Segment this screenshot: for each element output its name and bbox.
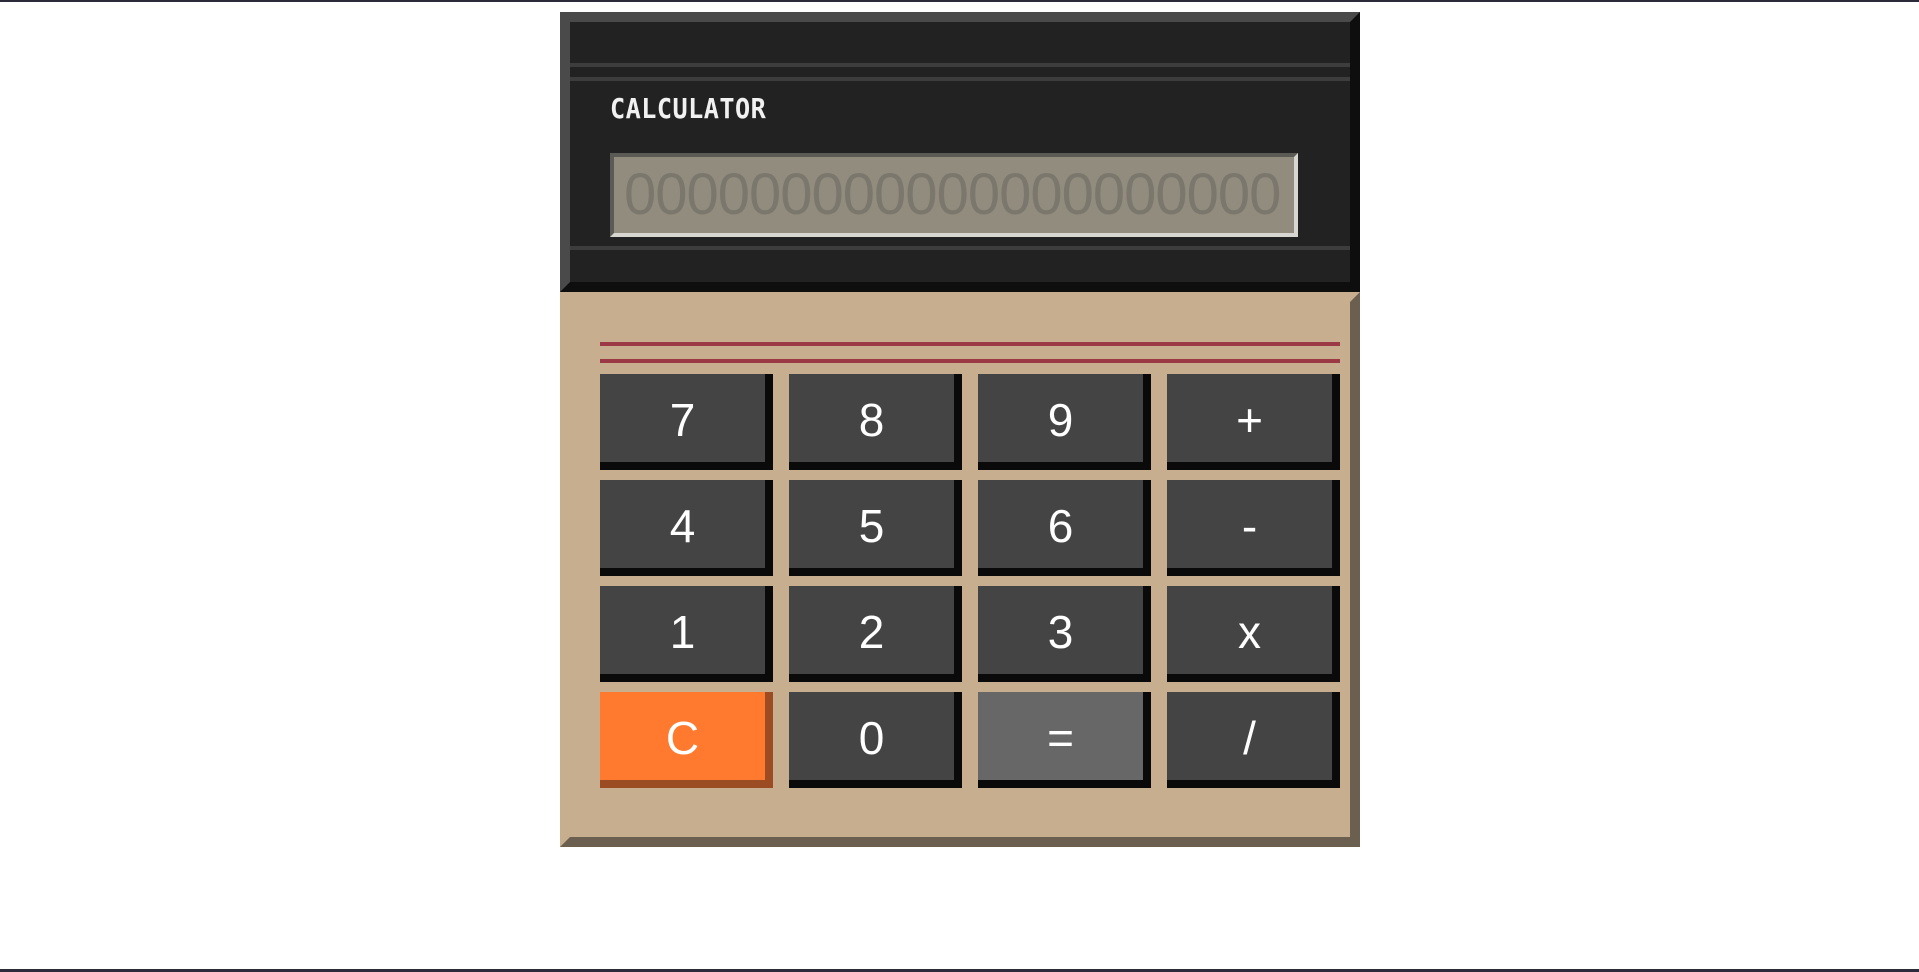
head-groove (570, 77, 1350, 81)
display-value: 000000000000000000000 (624, 162, 1281, 227)
head-groove (570, 246, 1350, 250)
key-5[interactable]: 5 (789, 480, 962, 576)
key-7[interactable]: 7 (600, 374, 773, 470)
key-1[interactable]: 1 (600, 586, 773, 682)
key-plus[interactable]: + (1167, 374, 1340, 470)
calculator-display: 000000000000000000000 (610, 153, 1298, 237)
keypad: 7 8 9 + 4 5 6 - 1 2 3 x C 0 = / (600, 374, 1340, 788)
calculator-brand-label: CALCULATOR (610, 92, 767, 125)
key-9[interactable]: 9 (978, 374, 1151, 470)
decorative-stripe (600, 359, 1340, 363)
key-clear[interactable]: C (600, 692, 773, 788)
key-divide[interactable]: / (1167, 692, 1340, 788)
key-3[interactable]: 3 (978, 586, 1151, 682)
calculator-head: CALCULATOR 000000000000000000000 (560, 12, 1360, 292)
key-minus[interactable]: - (1167, 480, 1340, 576)
key-2[interactable]: 2 (789, 586, 962, 682)
decorative-stripe (600, 342, 1340, 346)
key-8[interactable]: 8 (789, 374, 962, 470)
key-multiply[interactable]: x (1167, 586, 1340, 682)
key-equals[interactable]: = (978, 692, 1151, 788)
top-border-line (0, 0, 1919, 2)
calculator-keypad-body: 7 8 9 + 4 5 6 - 1 2 3 x C 0 = / (560, 292, 1360, 847)
key-6[interactable]: 6 (978, 480, 1151, 576)
calculator: CALCULATOR 000000000000000000000 7 8 9 +… (560, 12, 1360, 847)
key-0[interactable]: 0 (789, 692, 962, 788)
key-4[interactable]: 4 (600, 480, 773, 576)
head-groove (570, 63, 1350, 67)
